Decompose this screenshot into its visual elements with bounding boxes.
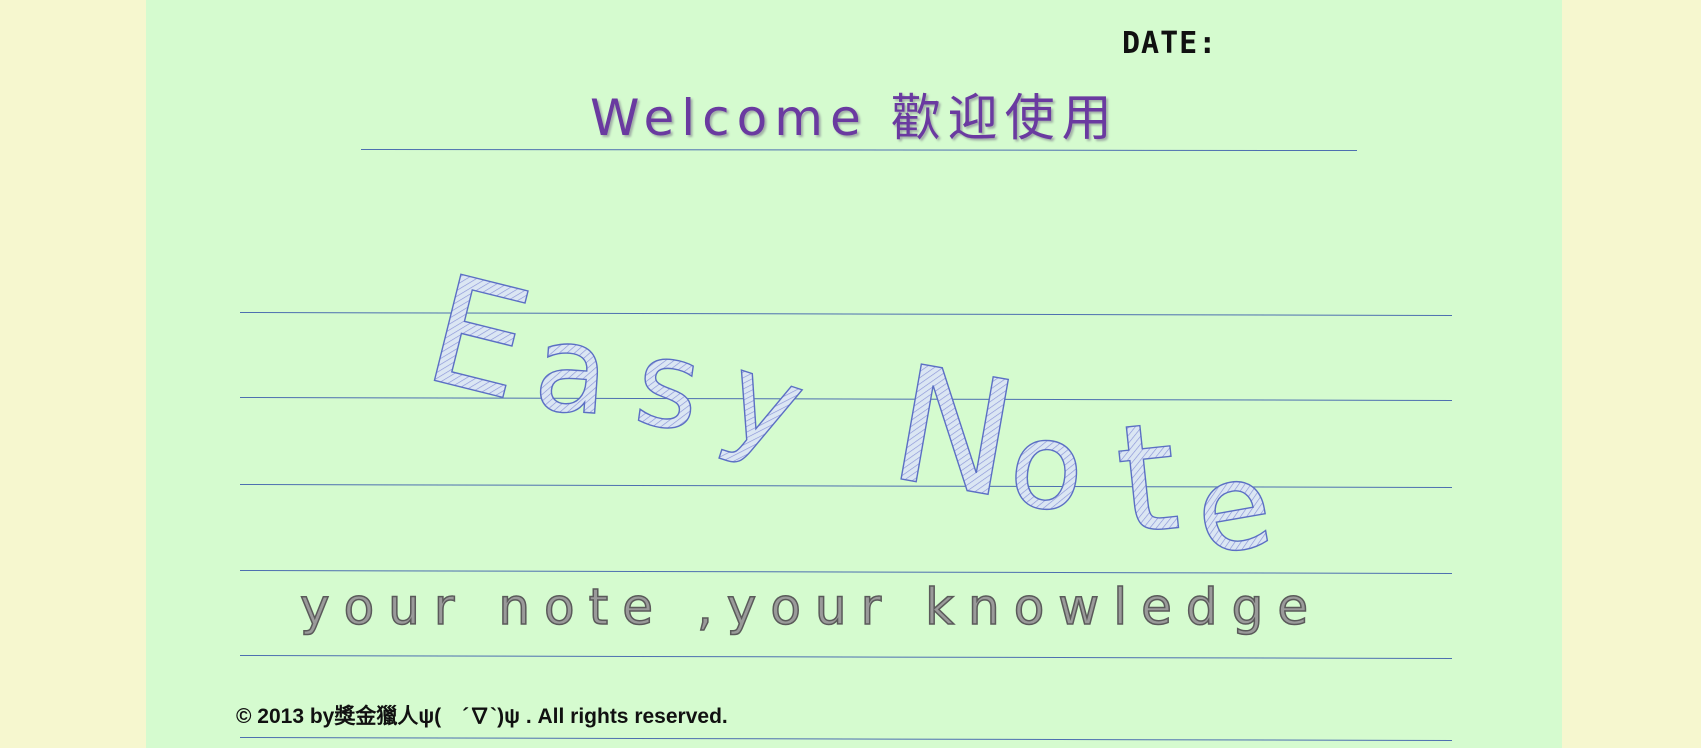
logo-letter: E xyxy=(411,243,545,435)
logo-letter: s xyxy=(628,313,709,459)
logo-letter: y xyxy=(709,327,819,481)
slogan-text: your note ,your knowledge xyxy=(299,577,1323,637)
logo-letter: e xyxy=(1185,434,1282,584)
logo-letter: o xyxy=(1003,394,1091,540)
logo-letter: t xyxy=(1109,390,1186,569)
logo-letter: a xyxy=(530,299,613,443)
copyright-notice: © 2013 by獎金獵人ψ( ´∇`)ψ . All rights reser… xyxy=(236,705,728,728)
